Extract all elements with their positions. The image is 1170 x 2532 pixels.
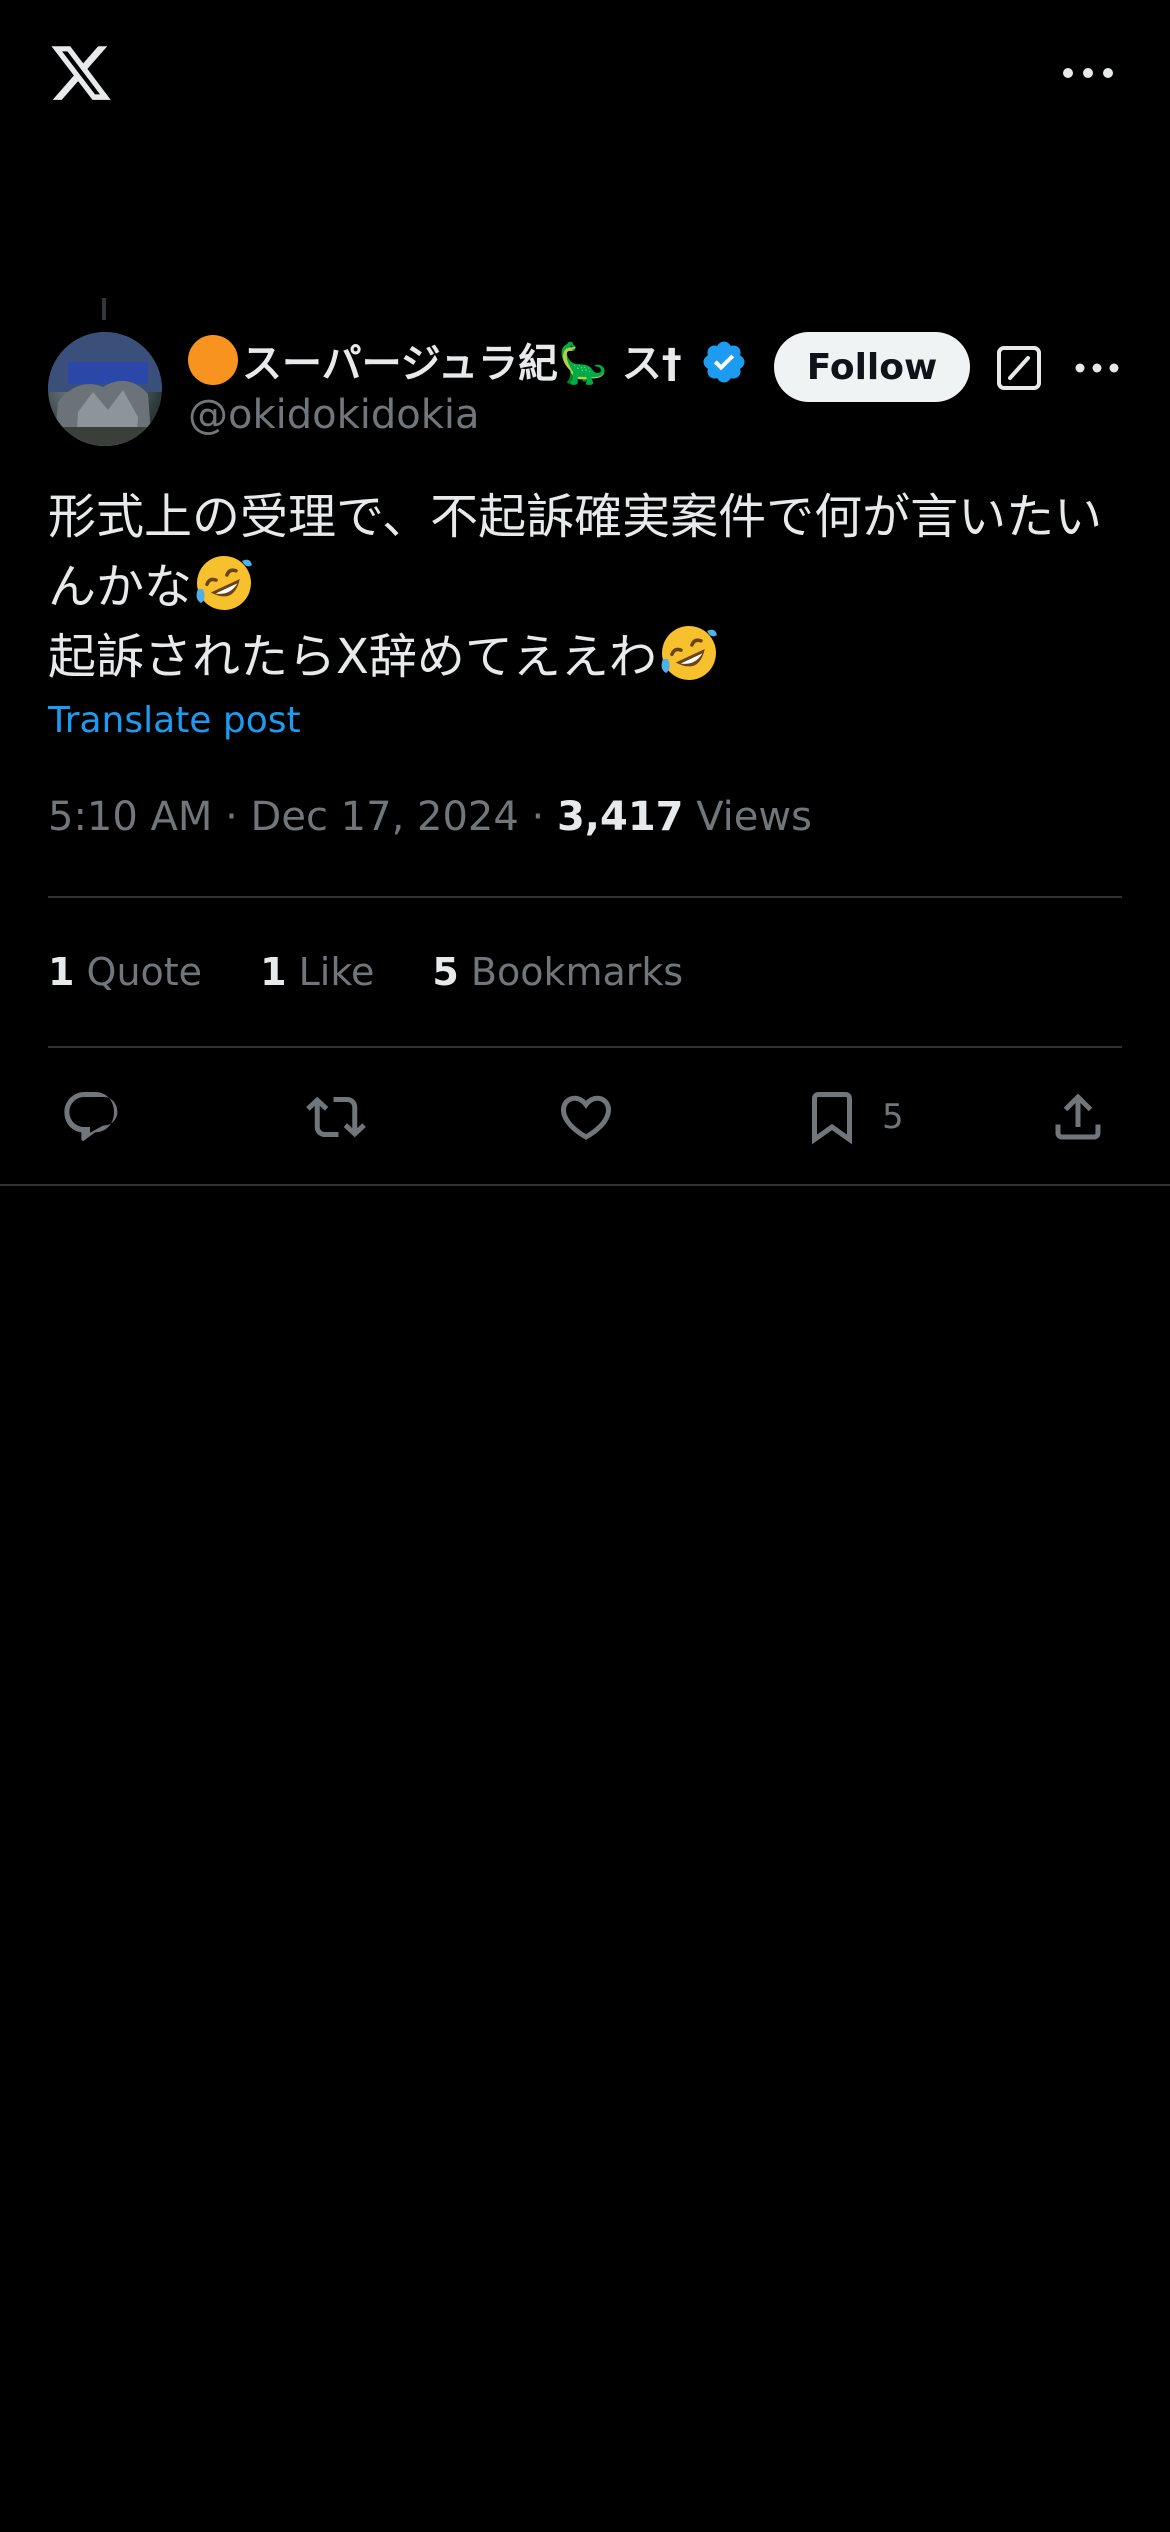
likes-label: Like	[286, 950, 375, 994]
engagement-stats: 1 Quote 1 Like 5 Bookmarks	[48, 942, 741, 1002]
post-text-line: 形式上の受理で、不起訴確実案件で何が言いたい	[48, 489, 1103, 545]
author-handle[interactable]: @okidokidokia	[188, 392, 480, 438]
post-meta: 5:10 AM · Dec 17, 2024 · 3,417 Views	[48, 794, 812, 840]
divider	[0, 1184, 1170, 1186]
grok-icon[interactable]	[996, 345, 1042, 391]
divider	[48, 896, 1122, 898]
top-bar	[0, 0, 1170, 150]
heart-icon	[560, 1095, 612, 1140]
post-timestamp[interactable]: 5:10 AM · Dec 17, 2024 ·	[48, 794, 557, 840]
share-icon	[1055, 1093, 1101, 1140]
bookmark-icon	[812, 1092, 852, 1145]
quotes-count: 1	[48, 950, 75, 994]
post-text-line-with-emoji: んかな	[48, 552, 1128, 622]
rolling-on-floor-laughing-emoji-icon	[196, 556, 253, 610]
avatar-image	[48, 332, 162, 446]
repost-icon	[306, 1096, 366, 1138]
more-horizontal-icon[interactable]	[1058, 58, 1118, 88]
share-button[interactable]	[1048, 1085, 1108, 1149]
bookmarks-count: 5	[432, 950, 459, 994]
rolling-on-floor-laughing-emoji-icon	[661, 626, 717, 680]
divider	[48, 1046, 1122, 1048]
like-button[interactable]	[556, 1085, 616, 1149]
post-more-icon[interactable]	[1072, 354, 1122, 382]
repost-button[interactable]	[306, 1085, 366, 1149]
post-text: 形式上の受理で、不起訴確実案件で何が言いたい んかな 起訴されたらX辞めてええわ	[48, 482, 1128, 692]
bookmark-count: 5	[882, 1097, 904, 1137]
translate-post-link[interactable]: Translate post	[48, 700, 301, 741]
thread-connector	[102, 298, 106, 320]
likes-stat[interactable]: 1 Like	[260, 950, 374, 994]
views-count: 3,417	[556, 794, 684, 840]
reply-button[interactable]	[60, 1085, 120, 1149]
follow-button[interactable]: Follow	[774, 332, 970, 402]
likes-count: 1	[260, 950, 287, 994]
bookmarks-stat[interactable]: 5 Bookmarks	[432, 950, 683, 994]
orange-circle-icon	[188, 335, 238, 385]
post-text-line: 起訴されたらX辞めてええわ	[48, 629, 657, 685]
author-display-name: スーパージュラ紀🦕 ス†	[242, 341, 682, 387]
avatar[interactable]	[48, 332, 162, 446]
verified-badge-icon	[703, 341, 745, 383]
x-logo-icon[interactable]	[48, 40, 114, 106]
post-text-line: んかな	[48, 559, 193, 615]
bookmark-button[interactable]: 5	[802, 1085, 904, 1149]
bookmarks-label: Bookmarks	[458, 950, 684, 994]
post-text-line-with-emoji: 起訴されたらX辞めてええわ	[48, 622, 1128, 692]
author-name-row[interactable]: スーパージュラ紀🦕 ス†	[188, 330, 748, 390]
reply-icon	[64, 1092, 118, 1141]
views-label: Views	[683, 794, 812, 840]
quotes-label: Quote	[74, 950, 203, 994]
quotes-stat[interactable]: 1 Quote	[48, 950, 202, 994]
